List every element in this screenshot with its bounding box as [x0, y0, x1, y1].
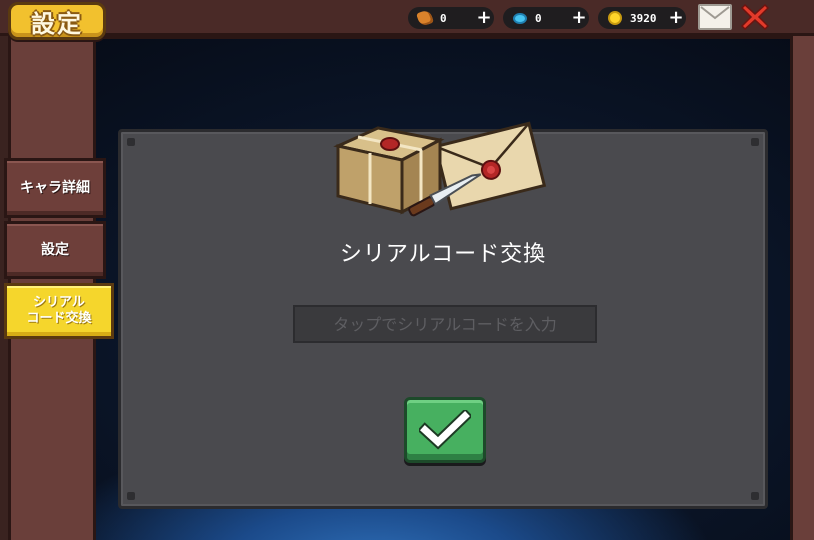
top-bar: [0, 0, 814, 36]
add-gem-button[interactable]: +: [569, 9, 589, 27]
confirm-button[interactable]: [404, 397, 486, 463]
tab-settings[interactable]: 設定: [4, 221, 106, 279]
checkmark-icon: [419, 410, 471, 450]
coin-icon: [608, 11, 622, 25]
tab-character-details[interactable]: キャラ詳細: [4, 158, 106, 218]
serial-code-input[interactable]: [293, 305, 597, 343]
currency-coin: 3920 +: [598, 7, 686, 29]
mail-icon[interactable]: [698, 4, 732, 30]
currency-gem-value: 0: [535, 11, 542, 25]
rivet: [127, 138, 135, 146]
right-frame: [790, 36, 814, 540]
rivet: [751, 138, 759, 146]
gem-icon: [513, 12, 527, 24]
seed-icon: [416, 9, 434, 27]
parcel-and-letter-icon: [333, 121, 547, 217]
currency-seed: 0 +: [408, 7, 494, 29]
tab-serial-code-exchange[interactable]: シリアル コード交換: [4, 283, 114, 339]
currency-coin-value: 3920: [630, 11, 657, 25]
page-title: 設定: [8, 2, 106, 40]
close-icon[interactable]: [740, 2, 770, 32]
add-seed-button[interactable]: +: [474, 9, 494, 27]
rivet: [751, 492, 759, 500]
rivet: [127, 492, 135, 500]
currency-seed-value: 0: [440, 11, 447, 25]
currency-gem: 0 +: [503, 7, 589, 29]
tab-serial-label: シリアル コード交換: [26, 295, 92, 326]
panel-title: シリアルコード交換: [339, 242, 547, 267]
add-coin-button[interactable]: +: [666, 9, 686, 27]
